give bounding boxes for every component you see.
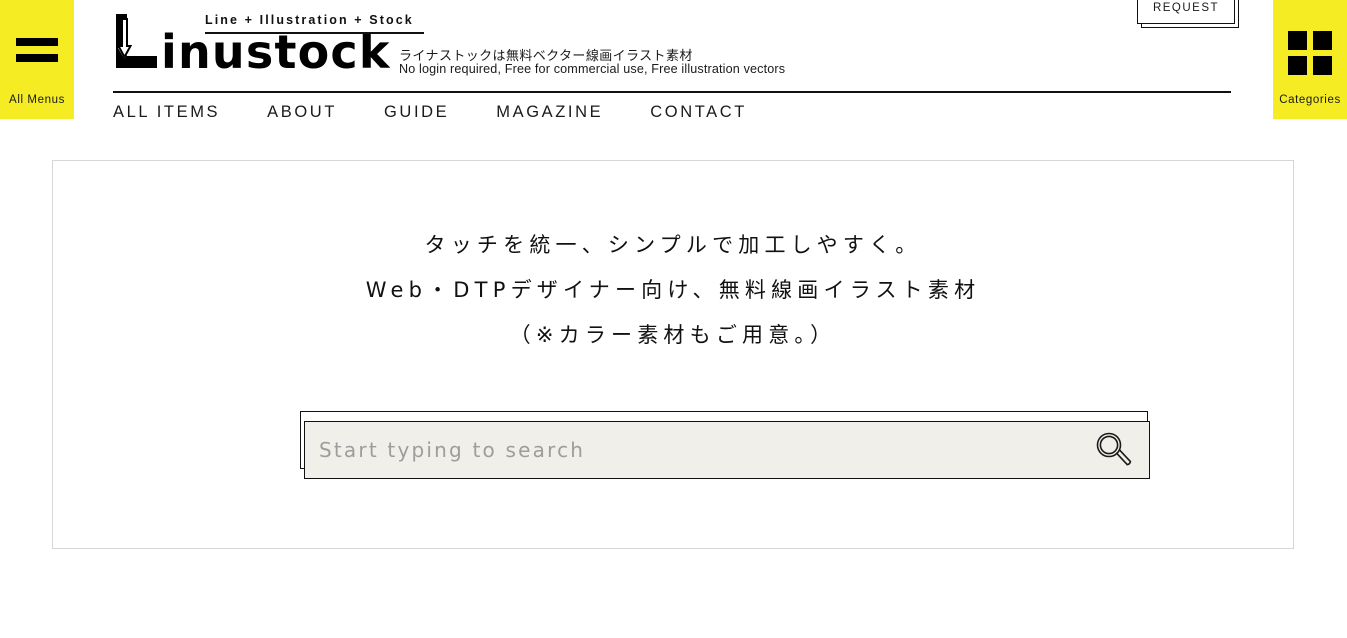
- nav-item-about[interactable]: ABOUT: [267, 103, 337, 122]
- tagline-english: No login required, Free for commercial u…: [399, 62, 786, 76]
- hero-content-box: タッチを統一、シンプルで加工しやすく。 Web・DTPデザイナー向け、無料線画イ…: [52, 160, 1294, 549]
- nav-item-magazine[interactable]: MAGAZINE: [496, 103, 603, 122]
- logo-underline-divider: [205, 31, 424, 34]
- categories-button[interactable]: Categories: [1273, 0, 1347, 119]
- logo-text: Line + Illustration + Stock inustock: [161, 13, 424, 79]
- all-menus-label: All Menus: [9, 94, 65, 106]
- hero-text-block: タッチを統一、シンプルで加工しやすく。 Web・DTPデザイナー向け、無料線画イ…: [53, 223, 1293, 358]
- site-header: Line + Illustration + Stock inustock ライナ…: [0, 0, 1347, 137]
- nav-item-contact[interactable]: CONTACT: [650, 103, 747, 122]
- categories-label: Categories: [1279, 94, 1341, 106]
- all-menus-button[interactable]: All Menus: [0, 0, 74, 119]
- search-placeholder-text: Start typing to search: [319, 438, 586, 462]
- header-divider: [113, 91, 1231, 93]
- magnifier-icon[interactable]: [1091, 428, 1135, 472]
- grid-2x2-icon: [1288, 31, 1332, 75]
- request-button[interactable]: REQUEST: [1137, 0, 1235, 24]
- hero-line-1: タッチを統一、シンプルで加工しやすく。: [424, 233, 922, 257]
- logo-wordmark: inustock: [161, 24, 391, 79]
- search-input[interactable]: Start typing to search: [304, 421, 1150, 479]
- nav-item-all-items[interactable]: ALL ITEMS: [113, 103, 220, 122]
- main-nav: ALL ITEMS ABOUT GUIDE MAGAZINE CONTACT: [113, 103, 747, 122]
- nav-item-guide[interactable]: GUIDE: [384, 103, 449, 122]
- hero-line-2: Web・DTPデザイナー向け、無料線画イラスト素材: [365, 278, 981, 302]
- hero-line-3: （※カラー素材もご用意。）: [509, 323, 837, 347]
- page-root: Line + Illustration + Stock inustock ライナ…: [0, 0, 1347, 638]
- hamburger-icon: [16, 38, 58, 62]
- l-arrow-logo-icon: [116, 14, 157, 68]
- site-logo[interactable]: Line + Illustration + Stock inustock: [113, 12, 424, 79]
- search-area: Start typing to search: [300, 411, 1150, 479]
